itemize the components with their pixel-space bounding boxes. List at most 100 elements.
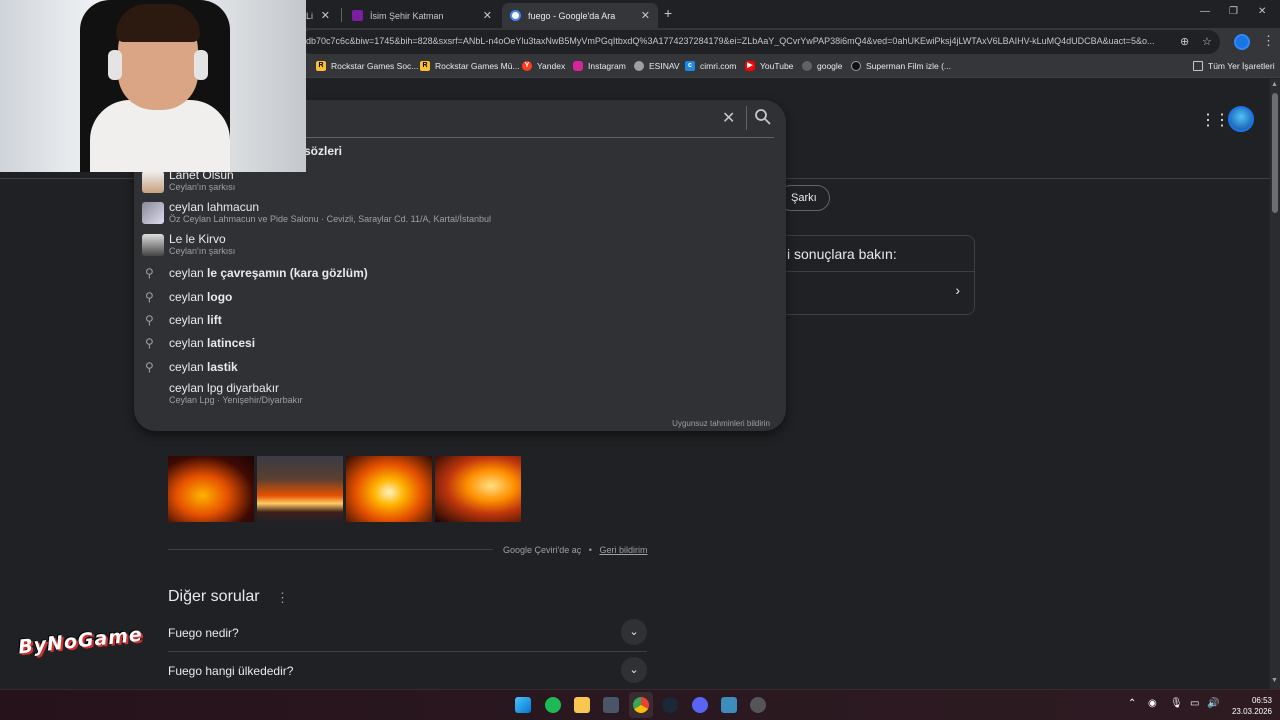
search-icon[interactable] — [754, 108, 772, 126]
google-favicon-icon — [510, 10, 521, 21]
bookmark-label: Instagram — [588, 61, 626, 71]
all-bookmarks[interactable]: Tüm Yer İşaretleri — [1193, 61, 1275, 71]
more-options-icon[interactable]: ⋮ — [276, 590, 289, 606]
paa-question[interactable]: Fuego hangi ülkededir? ⌄ — [168, 652, 647, 689]
account-avatar[interactable] — [1228, 106, 1254, 132]
suggestion-item[interactable]: ⚲ ceylan le çavreşamın (kara gözlüm) — [134, 264, 786, 284]
suggestion-subtext: Ceylan'ın şarkısı — [169, 246, 236, 256]
paa-question[interactable]: Fuego nedir? ⌄ — [168, 614, 647, 652]
bookmark-label: cimri.com — [700, 61, 737, 71]
fire-image[interactable] — [346, 456, 432, 522]
fire-image[interactable] — [435, 456, 521, 522]
scroll-down-icon[interactable]: ▼ — [1271, 677, 1278, 684]
suggestion-item[interactable]: ceylan lahmacun Öz Ceylan Lahmacun ve Pi… — [134, 200, 786, 226]
instagram-icon — [573, 61, 583, 71]
bookmark-youtube[interactable]: ▶ YouTube — [745, 61, 793, 71]
question-text: Fuego hangi ülkededir? — [168, 664, 294, 678]
bookmark-star-icon[interactable]: ☆ — [1202, 35, 1212, 48]
suggestion-subtext: Öz Ceylan Lahmacun ve Pide Salonu · Cevi… — [169, 214, 491, 224]
bookmark-label: Rockstar Games Soc... — [331, 61, 419, 71]
app-icon[interactable] — [750, 697, 766, 713]
chevron-down-icon[interactable]: ⌄ — [621, 657, 647, 683]
feedback-link[interactable]: Geri bildirim — [599, 545, 647, 555]
translate-link[interactable]: Google Çeviri'de aç — [503, 545, 581, 555]
suggestion-text: ceylan latincesi — [169, 336, 255, 350]
suggestion-partial[interactable]: sözleri — [304, 144, 342, 158]
store-icon[interactable] — [603, 697, 619, 713]
globe-icon — [802, 61, 812, 71]
suggestion-prefix: ceylan — [169, 336, 208, 350]
restore-icon[interactable]: ❐ — [1229, 6, 1238, 17]
tab-close-icon[interactable]: ✕ — [641, 9, 650, 22]
suggestion-prefix: ceylan — [169, 266, 208, 280]
suggestion-subtext: Ceylan'ın şarkısı — [169, 182, 236, 192]
page-scrollbar[interactable]: ▲ ▼ — [1270, 79, 1280, 689]
suggestion-completion: latincesi — [207, 336, 256, 350]
chevron-down-icon[interactable]: ⌄ — [621, 619, 647, 645]
display-icon[interactable]: ▭ — [1190, 698, 1199, 709]
tab-title: Li — [306, 10, 314, 21]
suggestion-prefix: ceylan — [169, 360, 208, 374]
tab-close-icon[interactable]: ✕ — [321, 9, 330, 22]
search-icon: ⚲ — [145, 266, 154, 280]
side-panel-card[interactable]: i sonuçlara bakın: › — [768, 235, 975, 315]
microphone-icon[interactable]: 🎙 — [1170, 698, 1183, 709]
suggestion-item[interactable]: ⚲ ceylan logo — [134, 288, 786, 308]
windows-taskbar: ⌃ ◉ 🎙 ▭ 🔊 06:53 23.03.2026 — [0, 689, 1280, 720]
discord-icon[interactable] — [692, 697, 708, 713]
app-icon[interactable] — [721, 697, 737, 713]
fire-image[interactable] — [257, 456, 343, 522]
chevron-right-icon[interactable]: › — [955, 282, 960, 298]
bookmark-instagram[interactable]: Instagram — [573, 61, 626, 71]
profile-avatar[interactable] — [1234, 34, 1250, 50]
tab-google-search[interactable]: fuego - Google'da Ara ✕ — [502, 3, 658, 28]
cimri-icon: c — [685, 61, 695, 71]
chrome-menu-icon[interactable]: ⋮ — [1262, 33, 1275, 49]
fire-image[interactable] — [168, 456, 254, 522]
spotify-icon[interactable] — [545, 697, 561, 713]
steam-tray-icon[interactable]: ◉ — [1148, 698, 1157, 709]
scroll-up-icon[interactable]: ▲ — [1271, 81, 1278, 88]
suggestion-item[interactable]: Le le Kirvo Ceylan'ın şarkısı — [134, 232, 786, 258]
artist-thumbnail — [142, 171, 164, 193]
close-window-icon[interactable]: ✕ — [1258, 6, 1266, 17]
bookmark-yandex[interactable]: Y Yandex — [522, 61, 565, 71]
bookmark-rockstar-music[interactable]: R Rockstar Games Mü... — [420, 61, 520, 71]
minimize-icon[interactable]: — — [1200, 6, 1210, 17]
clear-search-icon[interactable]: ✕ — [722, 108, 735, 128]
bookmark-google[interactable]: google — [802, 61, 843, 71]
report-predictions-link[interactable]: Uygunsuz tahminleri bildirin — [672, 419, 770, 428]
bookmark-esinav[interactable]: ESINAV — [634, 61, 680, 71]
bookmark-superman[interactable]: Superman Film izle (... — [851, 61, 951, 71]
feedback-divider — [168, 549, 493, 550]
zoom-icon[interactable]: ⊕ — [1180, 35, 1189, 48]
suggestion-item[interactable]: ⚲ ceylan lastik — [134, 358, 786, 378]
steam-icon[interactable] — [662, 697, 678, 713]
suggestion-completion: lastik — [207, 360, 238, 374]
people-also-ask-title: Diğer sorular — [168, 588, 260, 605]
file-explorer-icon[interactable] — [574, 697, 590, 713]
bookmark-cimri[interactable]: c cimri.com — [685, 61, 736, 71]
rockstar-icon: R — [420, 61, 430, 71]
address-bar[interactable]: db70c7c6c&biw=1745&bih=828&sxsrf=ANbL-n4… — [300, 30, 1220, 54]
suggestion-item[interactable]: ⚲ ceylan lift — [134, 311, 786, 331]
volume-icon[interactable]: 🔊 — [1207, 698, 1219, 709]
tray-chevron-icon[interactable]: ⌃ — [1128, 698, 1136, 709]
search-icon: ⚲ — [145, 313, 154, 327]
windows-start-icon[interactable] — [515, 697, 531, 713]
system-clock[interactable]: 06:53 23.03.2026 — [1232, 695, 1272, 717]
bookmark-rockstar-social[interactable]: R Rockstar Games Soc... — [316, 61, 418, 71]
scroll-thumb[interactable] — [1272, 93, 1278, 213]
suggestion-item[interactable]: ceylan lpg diyarbakır Ceylan Lpg · Yeniş… — [134, 381, 786, 407]
tab-close-icon[interactable]: ✕ — [483, 9, 492, 22]
suggestion-text: ceylan logo — [169, 290, 232, 304]
yandex-icon: Y — [522, 61, 532, 71]
tab-isim-sehir[interactable]: İsim Şehir Katman ✕ — [344, 3, 500, 28]
url-text[interactable]: db70c7c6c&biw=1745&bih=828&sxsrf=ANbL-n4… — [306, 36, 1176, 46]
new-tab-button[interactable]: + — [664, 5, 672, 21]
image-results — [168, 456, 521, 522]
screen: Li ✕ İsim Şehir Katman ✕ fuego - Google'… — [0, 0, 1280, 720]
suggestion-completion: logo — [207, 290, 233, 304]
suggestion-item[interactable]: ⚲ ceylan latincesi — [134, 334, 786, 354]
chrome-icon[interactable] — [633, 697, 649, 713]
